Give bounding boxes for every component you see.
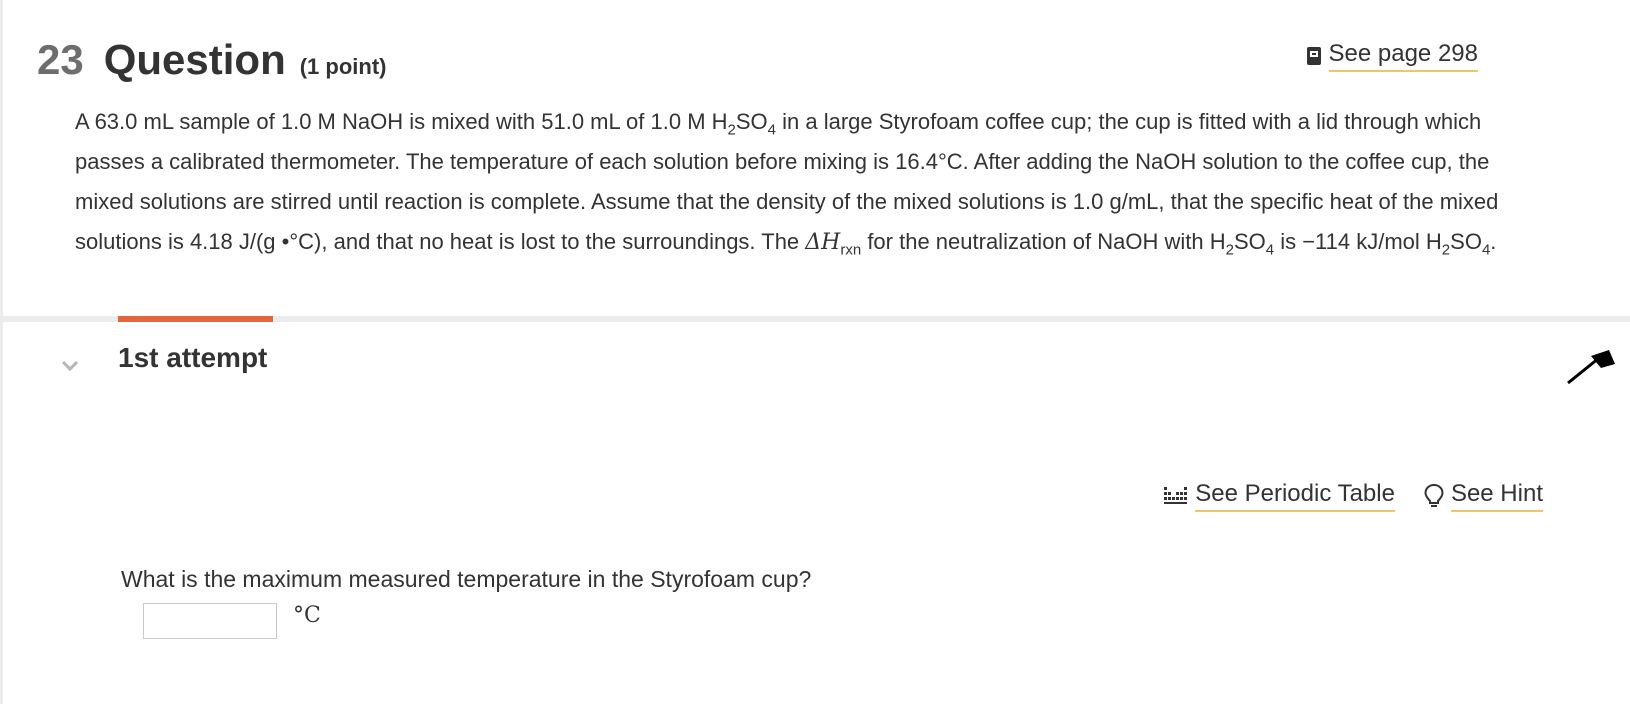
question-header: 23 Question (1 point) (37, 36, 387, 84)
attempt-title: 1st attempt (118, 342, 268, 373)
see-periodic-table-link[interactable]: See Periodic Table (1163, 480, 1395, 512)
question-title: Question (103, 36, 286, 83)
problem-segment: SO (1233, 229, 1266, 254)
question-page: 23 Question (1 point) See page 298 A 63.… (0, 0, 1630, 704)
subscript: 2 (1225, 241, 1234, 259)
question-points: (1 point) (299, 54, 387, 79)
see-hint-link[interactable]: See Hint (1423, 480, 1543, 512)
subscript: 4 (1265, 241, 1275, 259)
pin-arrow-icon[interactable] (1565, 346, 1617, 386)
problem-segment: for the neutralization of NaOH with H (861, 229, 1226, 254)
hint-label: See Hint (1450, 480, 1543, 512)
subscript: 4 (767, 121, 777, 139)
temperature-answer-input[interactable] (143, 603, 277, 639)
see-page-link[interactable]: See page 298 (1306, 40, 1478, 72)
problem-segment: is −114 kJ/mol H (1274, 229, 1442, 254)
subscript: rxn (840, 241, 862, 259)
ebook-icon (1306, 47, 1321, 65)
problem-segment: . (1490, 229, 1497, 254)
subscript: 2 (727, 121, 736, 139)
problem-text: A 63.0 mL sample of 1.0 M NaOH is mixed … (75, 102, 1545, 263)
unit-label: °C (293, 603, 321, 628)
problem-segment: SO (735, 109, 768, 134)
tools-bar: See Periodic Table See Hint (1135, 480, 1543, 512)
chevron-down-icon[interactable] (61, 356, 79, 374)
periodic-table-icon (1164, 487, 1188, 504)
delta-h-symbol: ΔH (805, 230, 841, 255)
question-number: 23 (37, 36, 84, 83)
problem-segment: A 63.0 mL sample of 1.0 M NaOH is mixed … (75, 109, 728, 134)
problem-segment: SO (1450, 229, 1482, 254)
periodic-table-label: See Periodic Table (1195, 480, 1395, 512)
see-page-label: See page 298 (1328, 40, 1478, 72)
lightbulb-icon (1424, 483, 1444, 507)
attempt-accent-bar (118, 316, 273, 322)
subscript: 2 (1441, 241, 1451, 259)
subquestion-prompt: What is the maximum measured temperature… (121, 566, 812, 592)
